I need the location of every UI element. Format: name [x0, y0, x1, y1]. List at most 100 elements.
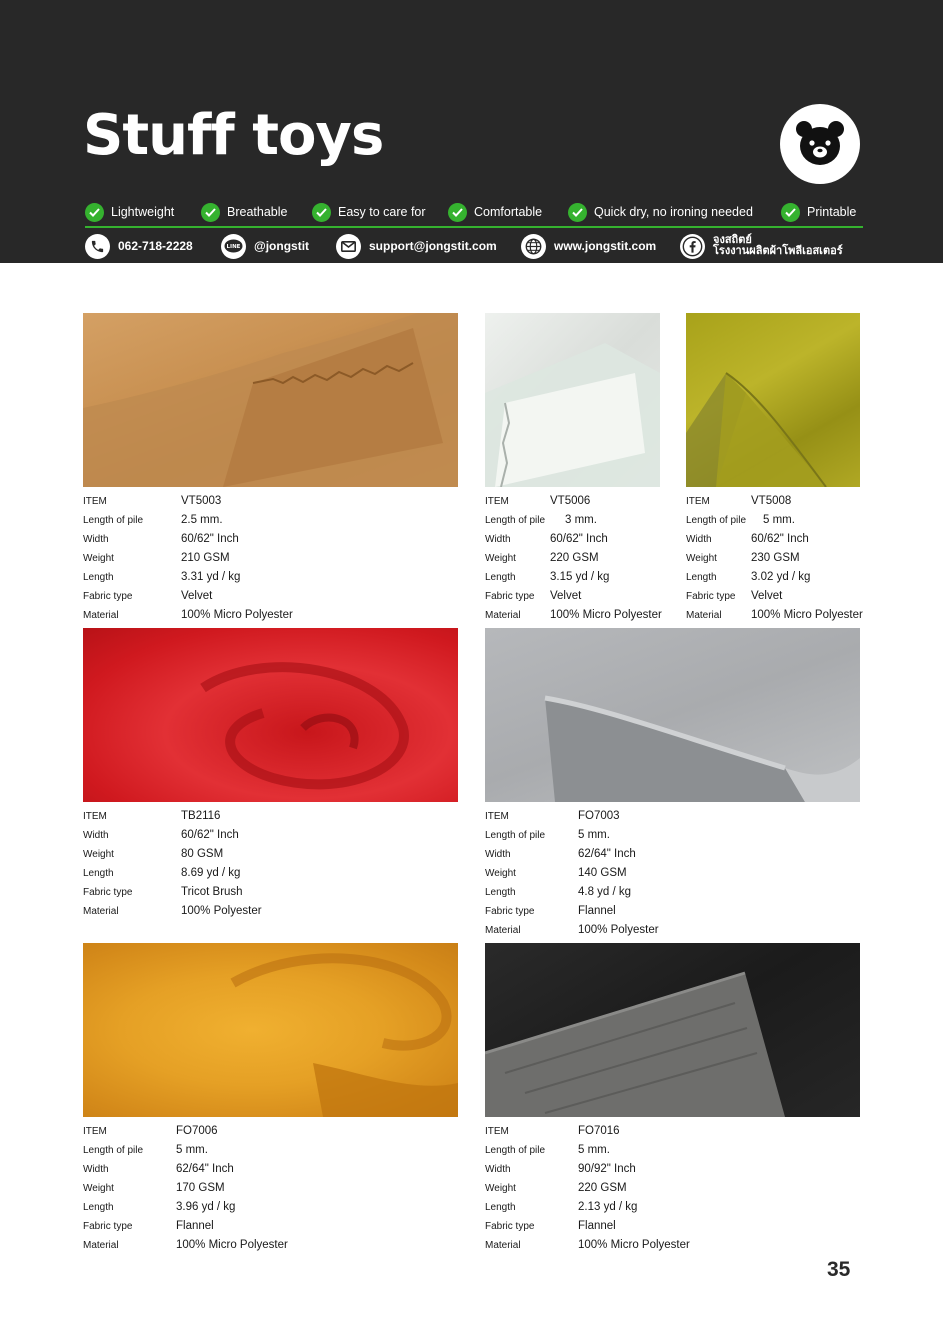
spec-label: Length — [83, 1202, 114, 1213]
contact-phone[interactable]: 062-718-2228 — [85, 233, 193, 259]
spec-label: Length of pile — [485, 830, 546, 841]
spec-row: Length 3.96 yd / kg — [83, 1198, 303, 1217]
spec-row: Width 62/64" Inch — [485, 845, 705, 864]
spec-value: VT5006 — [550, 495, 591, 507]
spec-row: Width 60/62" Inch — [83, 530, 303, 549]
feature-item: Easy to care for — [312, 201, 426, 223]
spec-label: Width — [686, 534, 712, 545]
page-number: 35 — [827, 1258, 851, 1281]
header-banner: Stuff toys Lightweight Breathable Easy t… — [0, 0, 943, 263]
feature-label: Printable — [807, 205, 857, 219]
spec-row: Length of pile 5 mm. — [83, 1141, 303, 1160]
spec-row: ITEM VT5006 — [485, 492, 675, 511]
spec-label: Length — [686, 572, 717, 583]
contact-facebook[interactable]: จงสถิตย์ โรงงานผลิตผ้าโพลีเอสเตอร์ — [680, 233, 843, 259]
spec-value: Velvet — [550, 590, 582, 602]
spec-row: Weight 220 GSM — [485, 1179, 705, 1198]
spec-row: Material 100% Micro Polyester — [485, 1236, 705, 1255]
spec-label: Weight — [83, 553, 114, 564]
spec-value: Velvet — [751, 590, 783, 602]
spec-label: Fabric type — [485, 591, 535, 602]
spec-value: 5 mm. — [578, 829, 610, 841]
line-badge-text: LINE — [227, 244, 241, 250]
spec-label: Material — [83, 610, 119, 621]
spec-label: ITEM — [485, 496, 509, 507]
spec-row: Material 100% Micro Polyester — [686, 606, 876, 625]
feature-item: Quick dry, no ironing needed — [568, 201, 753, 223]
spec-table-vt5003: ITEM VT5003 Length of pile 2.5 mm. Width 60… — [83, 492, 303, 625]
fabric-photo-vt5008 — [686, 313, 860, 487]
spec-row: Weight 80 GSM — [83, 845, 303, 864]
fabric-photo-vt5003 — [83, 313, 458, 487]
feature-list: Lightweight Breathable Easy to care for … — [85, 201, 865, 223]
spec-row: Width 90/92" Inch — [485, 1160, 705, 1179]
spec-label: Width — [485, 849, 511, 860]
spec-label: Fabric type — [485, 1221, 535, 1232]
contact-bar: 062-718-2228 LINE @jongstit support@jong… — [85, 233, 885, 259]
spec-label: Length of pile — [485, 1145, 546, 1156]
spec-label: Fabric type — [83, 1221, 133, 1232]
spec-row: Width 60/62" Inch — [686, 530, 876, 549]
feature-item: Printable — [781, 201, 856, 223]
spec-row: Length of pile 2.5 mm. — [83, 511, 303, 530]
feature-item: Breathable — [201, 201, 287, 223]
spec-label: Material — [485, 1240, 521, 1251]
phone-number: 062-718-2228 — [118, 239, 193, 253]
spec-row: Material 100% Micro Polyester — [485, 606, 675, 625]
spec-value: 220 GSM — [578, 1182, 627, 1194]
spec-value: 4.8 yd / kg — [578, 886, 632, 898]
check-icon — [312, 202, 331, 222]
spec-value: 60/62" Inch — [181, 533, 239, 545]
spec-table-vt5006: ITEM VT5006 Length of pile 3 mm. Width 60/6… — [485, 492, 675, 625]
check-icon — [201, 202, 220, 222]
spec-label: Weight — [83, 1183, 114, 1194]
spec-label: Length — [485, 1202, 516, 1213]
spec-row: Width 62/64" Inch — [83, 1160, 303, 1179]
spec-value: Tricot Brush — [181, 886, 243, 898]
check-icon — [568, 202, 587, 222]
spec-value: 140 GSM — [578, 867, 627, 879]
contact-website[interactable]: www.jongstit.com — [521, 233, 656, 259]
spec-row: ITEM FO7006 — [83, 1122, 303, 1141]
spec-value: 90/92" Inch — [578, 1163, 636, 1175]
spec-label: Length — [83, 572, 114, 583]
spec-table-fo7006: ITEM FO7006 Length of pile 5 mm. Width 62/6… — [83, 1122, 303, 1255]
spec-table-fo7016: ITEM FO7016 Length of pile 5 mm. Width 90/9… — [485, 1122, 705, 1255]
spec-value: 100% Micro Polyester — [578, 1239, 690, 1251]
spec-row: Length of pile 5 mm. — [686, 511, 876, 530]
spec-row: Fabric type Velvet — [485, 587, 675, 606]
spec-row: ITEM VT5008 — [686, 492, 876, 511]
line-id: @jongstit — [254, 239, 310, 253]
spec-row: Length 2.13 yd / kg — [485, 1198, 705, 1217]
spec-value: 5 mm. — [763, 514, 795, 526]
spec-row: Length 3.31 yd / kg — [83, 568, 303, 587]
spec-label: ITEM — [83, 1126, 107, 1137]
spec-label: Material — [83, 906, 119, 917]
spec-label: Length of pile — [485, 515, 546, 526]
spec-label: Material — [686, 610, 722, 621]
spec-value: FO7016 — [578, 1125, 620, 1137]
spec-label: Material — [485, 925, 521, 936]
spec-value: 60/62" Inch — [751, 533, 809, 545]
spec-label: Width — [83, 830, 109, 841]
facebook-page-name: จงสถิตย์ โรงงานผลิตผ้าโพลีเอสเตอร์ — [713, 235, 843, 257]
contact-line[interactable]: LINE @jongstit — [221, 233, 309, 259]
spec-label: Fabric type — [686, 591, 736, 602]
spec-row: ITEM FO7003 — [485, 807, 705, 826]
spec-row: Weight 230 GSM — [686, 549, 876, 568]
spec-row: Length of pile 5 mm. — [485, 826, 705, 845]
fabric-photo-tb2116 — [83, 628, 458, 802]
spec-value: 2.13 yd / kg — [578, 1201, 638, 1213]
spec-row: Width 60/62" Inch — [485, 530, 675, 549]
spec-row: Fabric type Flannel — [485, 902, 705, 921]
spec-label: Length — [485, 887, 516, 898]
fabric-photo-fo7003 — [485, 628, 860, 802]
spec-row: ITEM VT5003 — [83, 492, 303, 511]
spec-row: Material 100% Micro Polyester — [83, 1236, 303, 1255]
contact-email[interactable]: support@jongstit.com — [336, 233, 497, 259]
spec-label: Length — [485, 572, 516, 583]
spec-label: Weight — [485, 1183, 516, 1194]
fabric-photo-fo7016 — [485, 943, 860, 1117]
spec-label: Material — [485, 610, 521, 621]
spec-value: FO7006 — [176, 1125, 218, 1137]
